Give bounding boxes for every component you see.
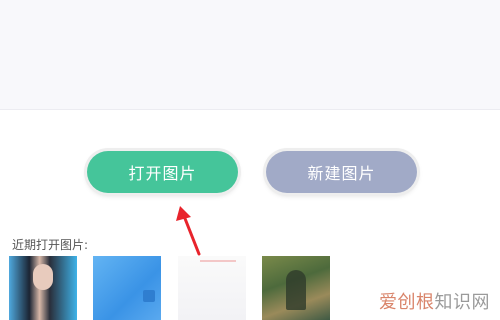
recent-image-thumbnail[interactable] bbox=[262, 256, 330, 320]
portrait-shape bbox=[33, 264, 53, 290]
open-image-button[interactable]: 打开图片 bbox=[87, 151, 238, 193]
recent-image-thumbnail[interactable] bbox=[9, 256, 77, 320]
new-image-label: 新建图片 bbox=[307, 164, 376, 183]
top-panel bbox=[0, 0, 500, 110]
new-image-button[interactable]: 新建图片 bbox=[266, 151, 417, 193]
thumbnail-detail bbox=[143, 290, 155, 302]
thumbnail-detail bbox=[286, 270, 306, 310]
open-image-label: 打开图片 bbox=[128, 164, 197, 183]
recent-image-thumbnail[interactable] bbox=[93, 256, 161, 320]
thumbnail-detail bbox=[200, 260, 236, 262]
watermark-accent: 爱创根 bbox=[379, 292, 435, 313]
recent-images-label: 近期打开图片: bbox=[12, 238, 89, 252]
watermark-rest: 知识网 bbox=[434, 292, 490, 313]
page: 打开图片 新建图片 近期打开图片: 爱创根知识网 bbox=[0, 0, 500, 320]
watermark: 爱创根知识网 bbox=[379, 288, 490, 314]
recent-image-thumbnail[interactable] bbox=[178, 256, 246, 320]
